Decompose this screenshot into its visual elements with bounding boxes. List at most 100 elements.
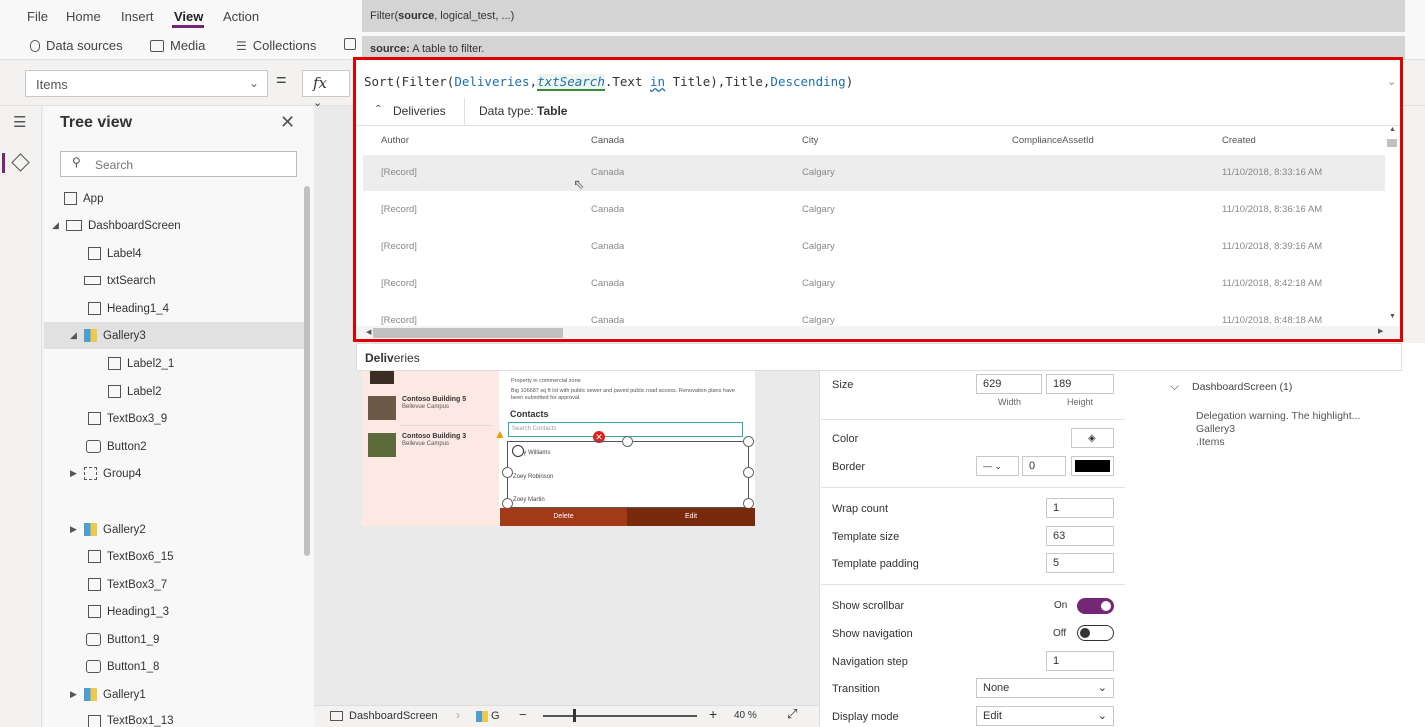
column-header: Created xyxy=(1222,135,1256,146)
border-style-dropdown[interactable]: — ⌄ xyxy=(976,456,1019,476)
menu-home[interactable]: Home xyxy=(66,9,101,24)
template-padding-input[interactable]: 5 xyxy=(1046,553,1114,573)
app-checker-panel xyxy=(1125,343,1425,727)
close-icon[interactable]: ✕ xyxy=(280,112,295,133)
media-icon xyxy=(150,39,164,52)
tree-item-textbox3-9[interactable]: TextBox3_9 xyxy=(44,405,310,432)
equals-sign: = xyxy=(276,70,287,90)
width-input[interactable]: 629 xyxy=(976,374,1042,394)
zoom-out-icon[interactable]: − xyxy=(519,707,527,722)
contacts-search-input[interactable]: Search Contacts xyxy=(508,422,743,437)
delegation-warning-item[interactable]: Delegation warning. The highlight... Gal… xyxy=(1196,410,1360,449)
collapse-triangle-icon[interactable]: ◢ xyxy=(70,330,80,341)
property-dropdown[interactable]: Items ⌄ xyxy=(25,70,268,97)
tree-item-dashboardscreen[interactable]: ◢ DashboardScreen xyxy=(44,212,310,239)
tree-item-gallery1[interactable]: ▶ Gallery1 xyxy=(44,681,310,708)
tree-item-button1-9[interactable]: Button1_9 xyxy=(44,626,310,653)
tree-search-input[interactable]: Search xyxy=(60,151,297,177)
tree-item-label4[interactable]: Label4 xyxy=(44,240,310,267)
intellisense-suggestion[interactable]: Deliveries xyxy=(356,343,1402,371)
collections-button[interactable]: ☰ Collections xyxy=(236,38,316,53)
contacts-search-placeholder: Search Contacts xyxy=(512,426,557,432)
tree-item-label2-1[interactable]: Label2_1 xyxy=(44,350,310,377)
data-sources-button[interactable]: Data sources xyxy=(30,38,123,53)
table-cell: [Record] xyxy=(381,278,417,289)
checker-screen-group[interactable]: DashboardScreen (1) xyxy=(1192,381,1292,393)
tree-item-label2[interactable]: Label2 xyxy=(44,378,310,405)
table-cell: 11/10/2018, 8:39:16 AM xyxy=(1222,241,1323,252)
tree-item-textbox1-13[interactable]: TextBox1_13 xyxy=(44,708,310,727)
tree-item-button1-8[interactable]: Button1_8 xyxy=(44,653,310,680)
hamburger-menu-icon[interactable]: ☰ xyxy=(13,113,26,131)
fit-to-window-icon[interactable]: ⤢ xyxy=(787,706,797,722)
border-color-picker[interactable] xyxy=(1071,456,1114,476)
expand-triangle-icon[interactable]: ▶ xyxy=(70,524,80,535)
scroll-left-icon[interactable]: ◀ xyxy=(366,328,371,336)
property-value: Items xyxy=(36,77,68,92)
chevron-down-icon[interactable]: ⌵ xyxy=(1170,379,1179,394)
formula-input[interactable]: Sort(Filter(Deliveries,txtSearch.Text in… xyxy=(364,74,853,91)
horizontal-scroll-thumb[interactable] xyxy=(373,328,563,338)
zoom-level: 40 % xyxy=(734,710,757,721)
edit-pencil-icon[interactable] xyxy=(512,445,524,457)
navigation-toggle[interactable] xyxy=(1077,625,1114,641)
tree-item-heading1-3[interactable]: Heading1_3 xyxy=(44,598,310,625)
textinput-icon xyxy=(84,276,101,285)
scroll-down-icon[interactable]: ▼ xyxy=(1389,313,1396,320)
menu-view[interactable]: View xyxy=(174,9,203,24)
resize-handle[interactable] xyxy=(502,467,513,478)
scroll-up-icon[interactable]: ▲ xyxy=(1389,126,1396,133)
chevron-up-icon[interactable]: ⌃ xyxy=(374,104,382,115)
tree-item-button2[interactable]: Button2 xyxy=(44,433,310,460)
rail-active-indicator xyxy=(2,153,5,173)
menu-insert[interactable]: Insert xyxy=(121,9,154,24)
more-ribbon-button[interactable] xyxy=(344,38,356,50)
warning-icon[interactable]: ▲ xyxy=(494,427,506,441)
zoom-in-icon[interactable]: + xyxy=(709,706,717,722)
wrap-count-input[interactable]: 1 xyxy=(1046,498,1114,518)
tree-scrollbar[interactable] xyxy=(304,186,310,556)
media-button[interactable]: Media xyxy=(150,38,205,53)
column-header: Author xyxy=(381,135,409,146)
color-picker-button[interactable]: ◈ xyxy=(1071,428,1114,448)
edit-button[interactable]: Edit xyxy=(627,508,755,526)
screen-breadcrumb[interactable]: DashboardScreen xyxy=(349,710,438,722)
resize-handle[interactable] xyxy=(743,436,754,447)
zoom-slider-track[interactable] xyxy=(543,715,697,717)
gallery-breadcrumb[interactable]: G xyxy=(491,710,500,722)
height-value: 189 xyxy=(1053,378,1072,390)
resize-handle[interactable] xyxy=(743,467,754,478)
navigation-step-input[interactable]: 1 xyxy=(1046,651,1114,671)
tree-item-textbox6-15[interactable]: TextBox6_15 xyxy=(44,543,310,570)
menu-action[interactable]: Action xyxy=(223,9,259,24)
tree-item-textbox3-7[interactable]: TextBox3_7 xyxy=(44,571,310,598)
signature-pre: Filter( xyxy=(370,10,399,22)
tree-item-heading1-4[interactable]: Heading1_4 xyxy=(44,295,310,322)
display-mode-value: Edit xyxy=(983,710,1002,722)
tree-item-group4[interactable]: ▶ Group4 xyxy=(44,460,310,487)
fx-button[interactable]: fx ⌄ xyxy=(302,70,350,109)
tree-item-gallery3[interactable]: ◢ Gallery3 xyxy=(44,322,310,349)
zoom-slider-thumb[interactable] xyxy=(573,709,576,722)
border-width-input[interactable]: 0 xyxy=(1022,456,1066,476)
expand-triangle-icon[interactable]: ▶ xyxy=(70,689,80,700)
collapse-triangle-icon[interactable]: ◢ xyxy=(52,220,62,231)
tree-item-gallery2[interactable]: ▶ Gallery2 xyxy=(44,516,310,543)
warning-text: Delegation warning. The highlight... xyxy=(1196,410,1361,422)
scrollbar-toggle[interactable] xyxy=(1077,598,1114,614)
tree-item-txtsearch[interactable]: txtSearch xyxy=(44,267,310,294)
expand-triangle-icon[interactable]: ▶ xyxy=(70,468,80,479)
display-mode-dropdown[interactable]: Edit ⌄ xyxy=(976,706,1114,726)
menu-file[interactable]: File xyxy=(27,9,48,24)
screen-icon xyxy=(330,711,343,721)
transition-dropdown[interactable]: None ⌄ xyxy=(976,678,1114,698)
template-size-input[interactable]: 63 xyxy=(1046,526,1114,546)
chevron-down-icon[interactable]: ⌄ xyxy=(1387,75,1396,88)
resize-handle[interactable] xyxy=(622,436,633,447)
tree-item-app[interactable]: App xyxy=(44,185,310,212)
height-input[interactable]: 189 xyxy=(1046,374,1114,394)
vertical-scroll-thumb[interactable] xyxy=(1387,139,1397,147)
delete-button[interactable]: Delete xyxy=(500,508,627,526)
chevron-down-icon: ⌄ xyxy=(248,76,259,90)
scroll-right-icon[interactable]: ▶ xyxy=(1378,327,1383,335)
